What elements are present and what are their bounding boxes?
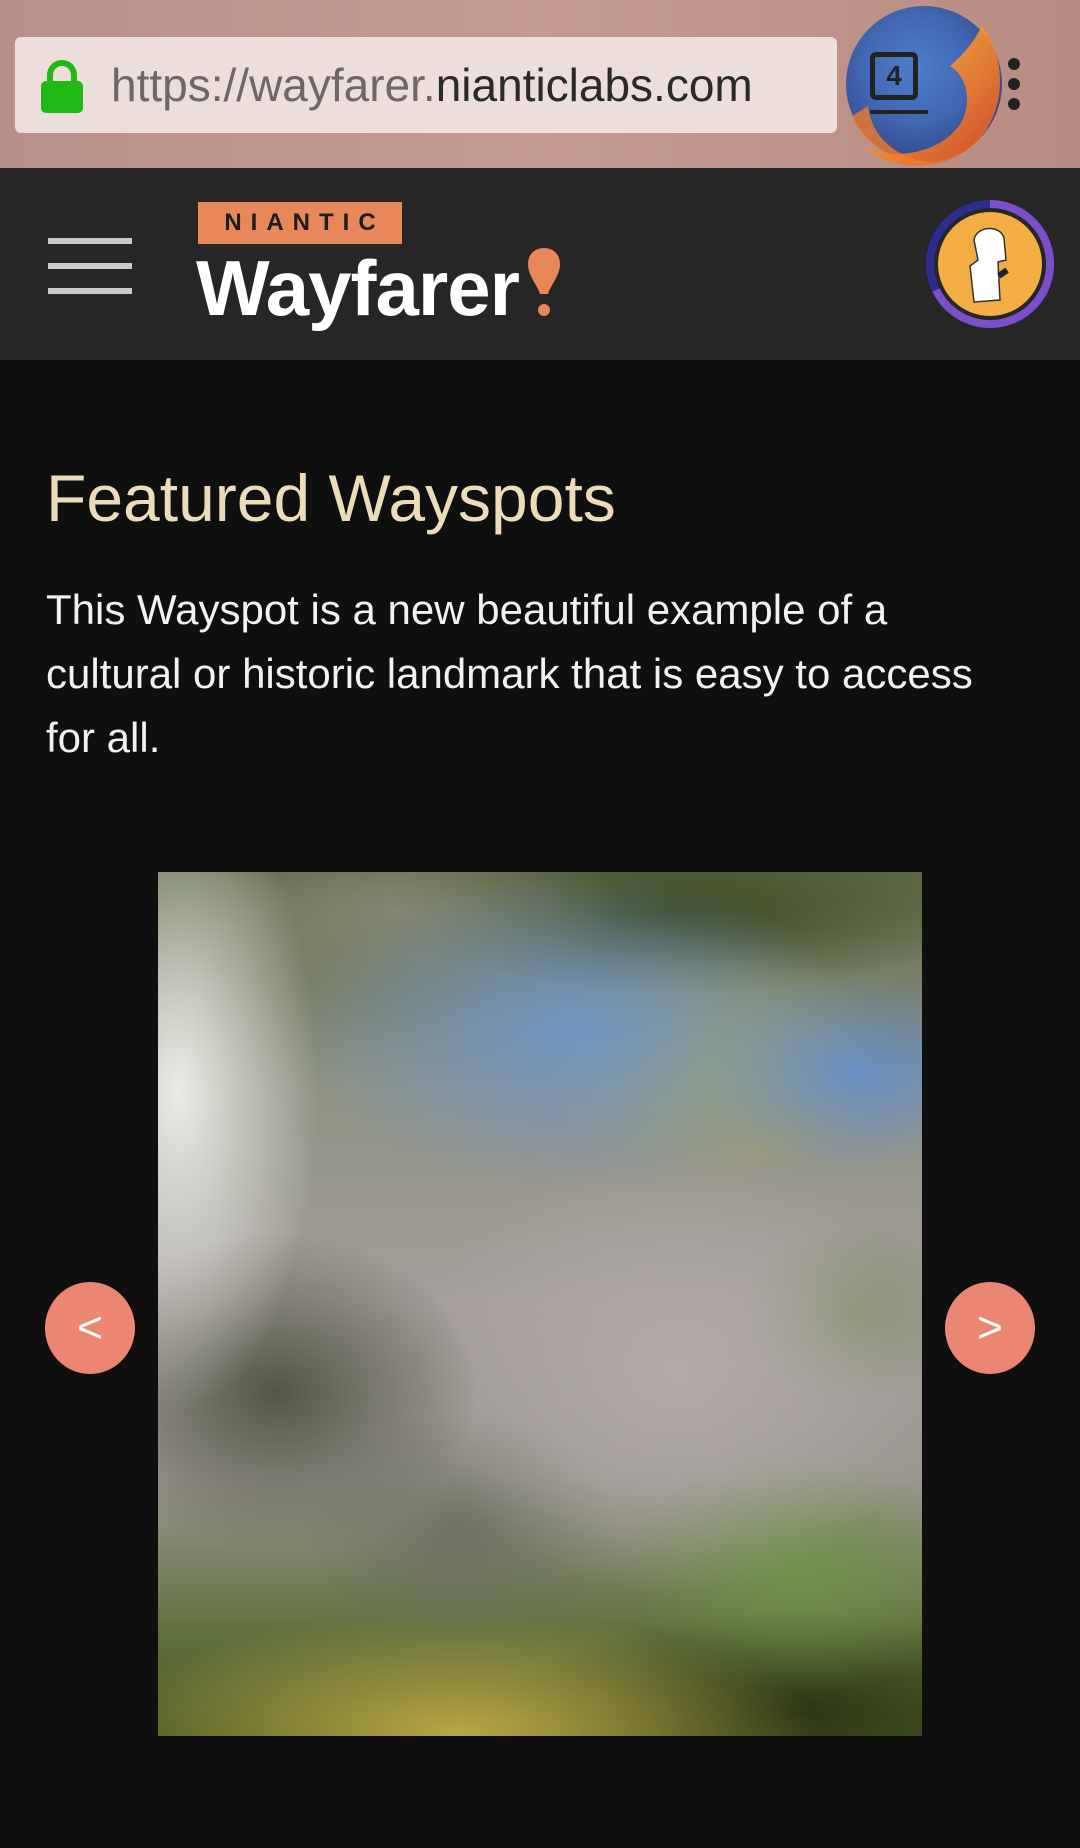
page-title: Featured Wayspots <box>46 461 616 535</box>
site-header: NIANTIC Wayfarer <box>0 168 1080 360</box>
hamburger-menu-icon[interactable] <box>48 238 132 294</box>
main-content: Featured Wayspots This Wayspot is a new … <box>0 360 1080 1848</box>
url-bar[interactable]: https://wayfarer.nianticlabs.com <box>15 37 837 133</box>
tabs-button[interactable]: 4 <box>870 52 928 114</box>
map-pin-icon <box>528 248 560 316</box>
browser-toolbar: https://wayfarer.nianticlabs.com 4 <box>0 0 1080 168</box>
wayspot-photo <box>158 872 922 1736</box>
url-domain: nianticlabs.com <box>435 59 753 111</box>
wayspot-description: This Wayspot is a new beautiful example … <box>46 586 973 761</box>
browser-menu-icon[interactable] <box>1004 58 1024 114</box>
url-scheme-host: https://wayfarer. <box>111 59 436 111</box>
tabs-underline <box>870 110 928 114</box>
avatar[interactable] <box>926 200 1054 328</box>
next-button[interactable]: > <box>945 1282 1035 1374</box>
lock-icon <box>41 60 83 113</box>
brand-title: Wayfarer <box>196 244 520 332</box>
url-text: https://wayfarer.nianticlabs.com <box>111 58 753 112</box>
previous-button[interactable]: < <box>45 1282 135 1374</box>
brand-badge: NIANTIC <box>198 202 402 244</box>
tab-count: 4 <box>870 52 918 100</box>
